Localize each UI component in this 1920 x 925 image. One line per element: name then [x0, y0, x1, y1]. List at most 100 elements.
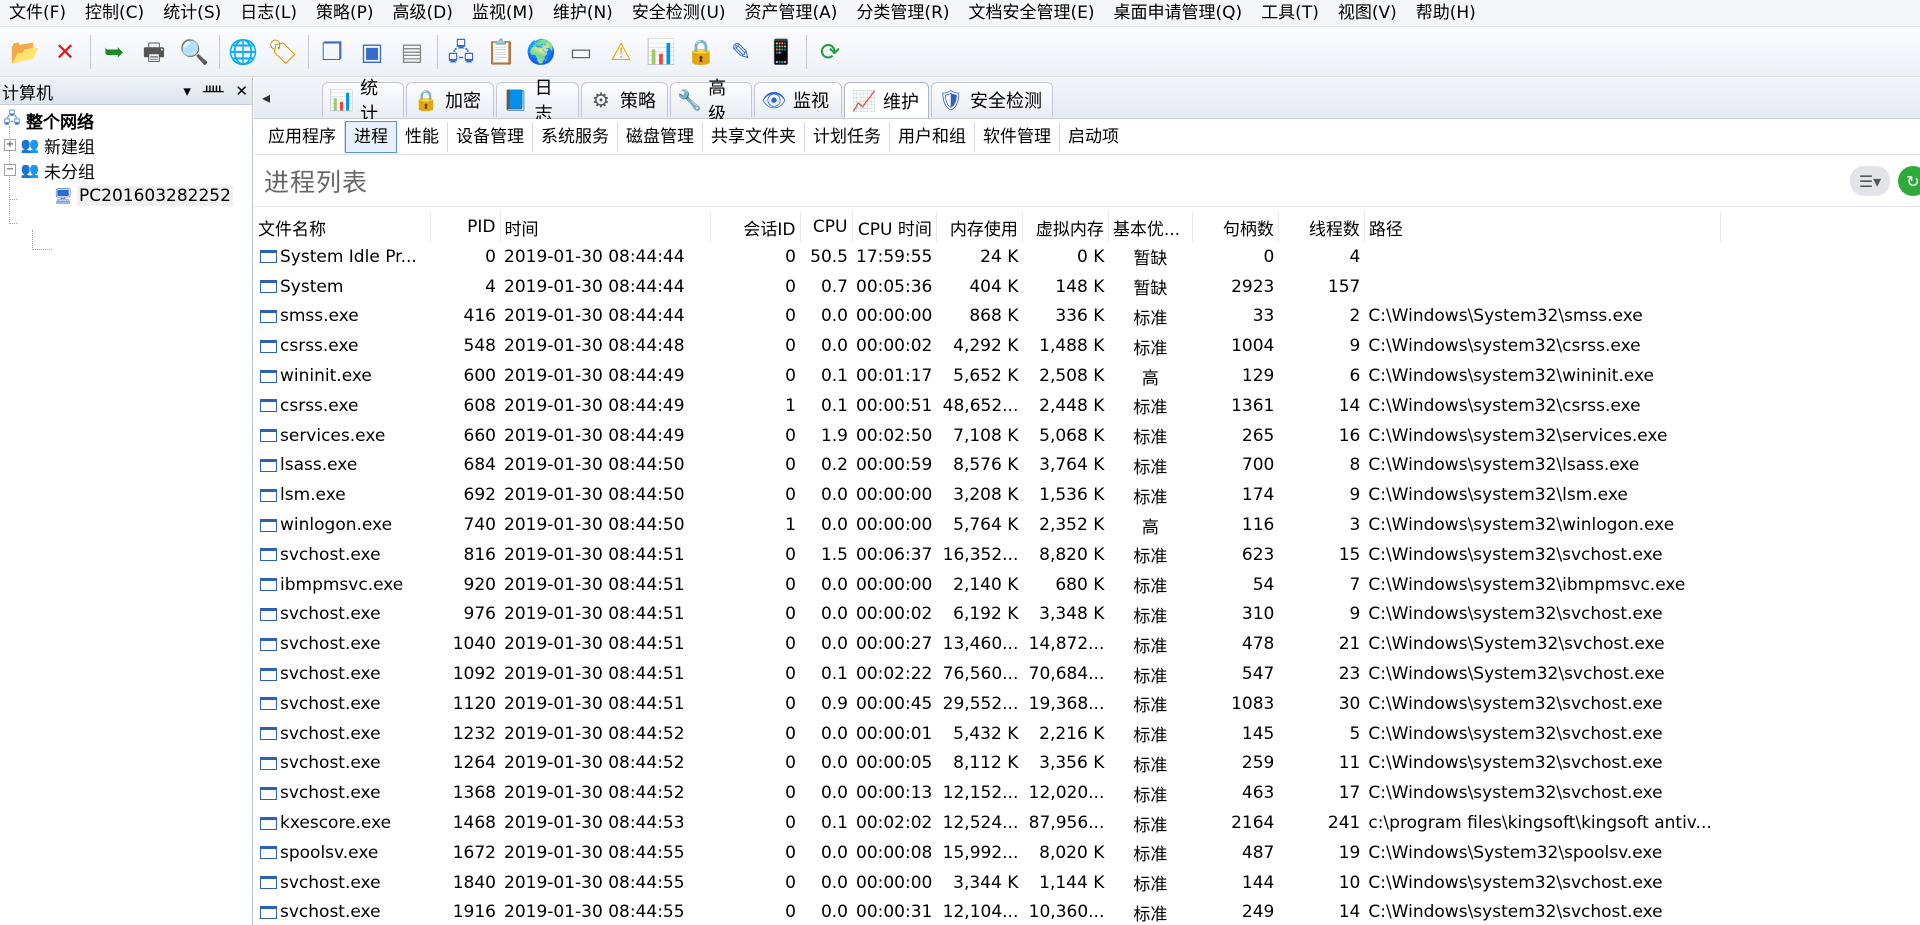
- refresh-icon[interactable]: ⟳: [813, 34, 847, 70]
- table-row[interactable]: lsass.exe 684 2019-01-30 08:44:50 0 0.2 00:00…: [254, 451, 1720, 481]
- tab-8[interactable]: 🛡 安全检测: [931, 82, 1053, 117]
- copy-icon[interactable]: ❐: [315, 34, 349, 70]
- table-row[interactable]: svchost.exe 1232 2019-01-30 08:44:52 0 0.0 00…: [254, 719, 1720, 749]
- pane-menu-icon[interactable]: ▾: [183, 82, 191, 100]
- table-row[interactable]: svchost.exe 816 2019-01-30 08:44:51 0 1.5 00:…: [254, 540, 1720, 570]
- tab-6[interactable]: 👁 监视: [754, 82, 842, 117]
- menu-item[interactable]: 统计(S): [154, 0, 231, 26]
- table-row[interactable]: svchost.exe 976 2019-01-30 08:44:51 0 0.0 00:…: [254, 600, 1720, 630]
- device-icon[interactable]: ▭: [564, 34, 598, 70]
- menu-item[interactable]: 帮助(H): [1407, 0, 1486, 26]
- menu-item[interactable]: 工具(T): [1252, 0, 1329, 26]
- table-row[interactable]: svchost.exe 1040 2019-01-30 08:44:51 0 0.0 00…: [254, 629, 1720, 659]
- menu-item[interactable]: 安全检测(U): [623, 0, 736, 26]
- column-header[interactable]: PID: [430, 212, 501, 242]
- subtab-item[interactable]: 设备管理: [448, 121, 533, 152]
- subtab-item[interactable]: 磁盘管理: [618, 121, 703, 152]
- list-menu-icon[interactable]: ☰▾: [1850, 166, 1890, 196]
- network-icon[interactable]: 🖧: [444, 34, 478, 70]
- subtab-item[interactable]: 应用程序: [260, 121, 345, 152]
- subtab-item[interactable]: 性能: [397, 121, 448, 152]
- table-row[interactable]: csrss.exe 548 2019-01-30 08:44:48 0 0.0 00:00…: [254, 331, 1720, 361]
- table-row[interactable]: smss.exe 416 2019-01-30 08:44:44 0 0.0 00:00:…: [254, 302, 1720, 332]
- table-row[interactable]: svchost.exe 1368 2019-01-30 08:44:52 0 0.0 00…: [254, 778, 1720, 808]
- refresh-go-icon[interactable]: ↻: [1898, 166, 1920, 196]
- tab-1[interactable]: 📊 统计: [322, 78, 404, 125]
- tab-scroll-left-icon[interactable]: ◂: [262, 88, 270, 107]
- chart-icon[interactable]: 📊: [644, 34, 678, 70]
- earth-icon[interactable]: 🌍: [524, 34, 558, 70]
- table-row[interactable]: System Idle Pr... 0 2019-01-30 08:44:44 0 50…: [254, 242, 1720, 272]
- menu-item[interactable]: 控制(C): [76, 0, 154, 26]
- window-icon[interactable]: ▣: [355, 34, 389, 70]
- table-row[interactable]: svchost.exe 1120 2019-01-30 08:44:51 0 0.9 00…: [254, 689, 1720, 719]
- edit-icon[interactable]: ✎: [724, 34, 758, 70]
- report-icon[interactable]: 📋: [484, 34, 518, 70]
- menu-item[interactable]: 文件(F): [0, 0, 76, 26]
- subtab-item[interactable]: 进程: [345, 120, 397, 153]
- menu-item[interactable]: 资产管理(A): [736, 0, 848, 26]
- pin-icon[interactable]: ᚊ: [203, 82, 224, 100]
- table-row[interactable]: csrss.exe 608 2019-01-30 08:44:49 1 0.1 00:00…: [254, 391, 1720, 421]
- menu-item[interactable]: 分类管理(R): [847, 0, 959, 26]
- expand-toggle[interactable]: +: [4, 139, 16, 151]
- globe-person-icon[interactable]: 🌐: [226, 34, 260, 70]
- table-row[interactable]: kxescore.exe 1468 2019-01-30 08:44:53 0 0.1 0…: [254, 808, 1720, 838]
- column-header[interactable]: 句柄数: [1192, 212, 1279, 242]
- tab-7[interactable]: 📈 维护: [844, 82, 929, 118]
- column-header[interactable]: CPU: [800, 212, 853, 242]
- print-icon[interactable]: 🖶: [137, 34, 171, 70]
- table-row[interactable]: svchost.exe 1916 2019-01-30 08:44:55 0 0.0 00…: [254, 898, 1720, 925]
- menu-item[interactable]: 文档安全管理(E): [960, 0, 1105, 26]
- column-header[interactable]: 时间: [500, 212, 711, 242]
- table-row[interactable]: ibmpmsvc.exe 920 2019-01-30 08:44:51 0 0.0 00…: [254, 570, 1720, 600]
- table-row[interactable]: svchost.exe 1840 2019-01-30 08:44:55 0 0.0 00…: [254, 868, 1720, 898]
- subtab-item[interactable]: 计划任务: [805, 121, 890, 152]
- tab-3[interactable]: 📘 日志: [496, 78, 579, 125]
- tree-item-root[interactable]: 🖧 整个网络: [2, 108, 94, 133]
- table-row[interactable]: svchost.exe 1264 2019-01-30 08:44:52 0 0.0 00…: [254, 749, 1720, 779]
- table-row[interactable]: System 4 2019-01-30 08:44:44 0 0.7 00:05:36 40…: [254, 272, 1720, 302]
- tab-2[interactable]: 🔒 加密: [406, 82, 494, 117]
- column-header[interactable]: 文件名称: [254, 212, 431, 242]
- column-header[interactable]: CPU 时间: [852, 212, 937, 242]
- subtab-item[interactable]: 软件管理: [975, 121, 1060, 152]
- tag-icon[interactable]: 🏷: [266, 34, 300, 70]
- subtab-item[interactable]: 启动项: [1060, 122, 1127, 152]
- column-header[interactable]: 内存使用: [936, 212, 1023, 242]
- column-header[interactable]: 路径: [1364, 212, 1721, 242]
- close-icon[interactable]: ✕: [235, 82, 248, 100]
- column-header[interactable]: 虚拟内存: [1022, 212, 1109, 242]
- menu-item[interactable]: 桌面申请管理(Q): [1105, 0, 1253, 26]
- import-icon[interactable]: ➥: [97, 34, 131, 70]
- tree-item-new-group[interactable]: + 👥 新建组: [4, 133, 95, 158]
- collapse-toggle[interactable]: −: [4, 164, 16, 176]
- delete-icon[interactable]: ✕: [48, 34, 82, 70]
- tree-item-computer[interactable]: 🖥 PC201603282252: [53, 184, 233, 208]
- table-row[interactable]: lsm.exe 692 2019-01-30 08:44:50 0 0.0 00:00:0…: [254, 480, 1720, 510]
- window-alt-icon[interactable]: ▤: [395, 34, 429, 70]
- subtab-item[interactable]: 用户和组: [890, 121, 975, 152]
- subtab-item[interactable]: 共享文件夹: [703, 121, 805, 152]
- menu-item[interactable]: 监视(M): [463, 0, 544, 26]
- new-folder-icon[interactable]: 📂: [8, 34, 42, 70]
- table-row[interactable]: services.exe 660 2019-01-30 08:44:49 0 1.9 00…: [254, 421, 1720, 451]
- tab-4[interactable]: ⚙ 策略: [581, 82, 668, 117]
- table-row[interactable]: svchost.exe 1092 2019-01-30 08:44:51 0 0.1 00…: [254, 659, 1720, 689]
- menu-item[interactable]: 日志(L): [231, 0, 307, 26]
- tree-item-ungrouped[interactable]: − 👥 未分组: [4, 158, 95, 183]
- table-row[interactable]: winlogon.exe 740 2019-01-30 08:44:50 1 0.0 00…: [254, 510, 1720, 540]
- tab-5[interactable]: 🔧 高级: [670, 78, 752, 125]
- menu-item[interactable]: 维护(N): [544, 0, 623, 26]
- subtab-item[interactable]: 系统服务: [533, 121, 618, 152]
- table-row[interactable]: spoolsv.exe 1672 2019-01-30 08:44:55 0 0.0 00…: [254, 838, 1720, 868]
- warning-icon[interactable]: ⚠: [604, 34, 638, 70]
- column-header[interactable]: 线程数: [1278, 212, 1365, 242]
- lock-icon[interactable]: 🔒: [684, 34, 718, 70]
- table-row[interactable]: wininit.exe 600 2019-01-30 08:44:49 0 0.1 00:…: [254, 361, 1720, 391]
- menu-item[interactable]: 策略(P): [307, 0, 384, 26]
- column-header[interactable]: 基本优...: [1108, 212, 1193, 242]
- column-header[interactable]: 会话ID: [710, 212, 801, 242]
- menu-item[interactable]: 高级(D): [384, 0, 463, 26]
- mobile-icon[interactable]: 📱: [764, 34, 798, 70]
